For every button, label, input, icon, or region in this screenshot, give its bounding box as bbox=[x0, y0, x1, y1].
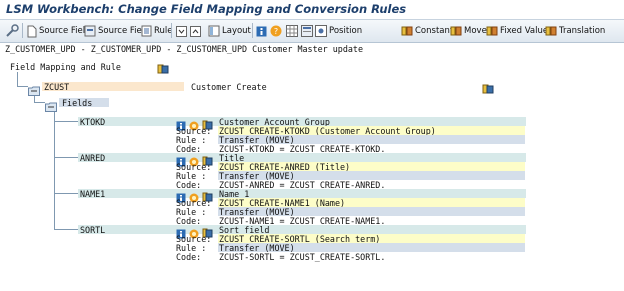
rule-icon bbox=[141, 25, 152, 37]
constant-icon bbox=[401, 26, 413, 36]
field-row[interactable] bbox=[78, 153, 526, 162]
field-name: KTOKD bbox=[80, 117, 106, 127]
grid-icon bbox=[286, 25, 298, 37]
tree-line bbox=[54, 157, 78, 158]
tree-line bbox=[54, 121, 78, 122]
root-object-icon[interactable] bbox=[157, 60, 169, 79]
collapse-icon bbox=[190, 25, 201, 37]
object-description: Z_CUSTOMER_UPD - Z_CUSTOMER_UPD - Z_CUST… bbox=[5, 44, 363, 54]
expand-button[interactable] bbox=[176, 23, 189, 39]
move-icon bbox=[450, 26, 462, 36]
source-field-assign-button[interactable]: Source Field bbox=[84, 23, 150, 39]
layout-icon bbox=[208, 25, 220, 37]
folder-icon bbox=[45, 102, 57, 112]
document-icon bbox=[27, 25, 37, 37]
table-button[interactable] bbox=[301, 23, 315, 39]
code-value: ZCUST-SORTL = ZCUST_CREATE-SORTL. bbox=[219, 252, 386, 262]
field-name: ANRED bbox=[80, 153, 106, 163]
tree-line bbox=[54, 229, 78, 230]
tree-root-label: Field Mapping and Rule bbox=[10, 62, 121, 72]
tools-icon bbox=[6, 24, 19, 37]
rule-object-icon bbox=[157, 64, 169, 74]
move-label: Move bbox=[464, 26, 487, 36]
source-field-label: Source Field bbox=[39, 26, 91, 36]
help-button[interactable]: ? bbox=[270, 23, 284, 39]
info-button[interactable] bbox=[256, 23, 269, 39]
field-assign-icon bbox=[84, 25, 96, 37]
toolbar-separator bbox=[252, 23, 253, 38]
svg-text:?: ? bbox=[274, 27, 278, 36]
collapse-button[interactable] bbox=[190, 23, 203, 39]
translation-icon bbox=[545, 26, 557, 36]
field-row[interactable] bbox=[78, 225, 526, 234]
position-button[interactable]: Position bbox=[315, 23, 362, 39]
position-label: Position bbox=[329, 26, 363, 36]
structure-description: Customer Create bbox=[191, 82, 267, 92]
toolbar-separator bbox=[22, 23, 23, 38]
rule-object-icon bbox=[482, 84, 494, 94]
expand-icon bbox=[176, 25, 187, 37]
layout-label: Layout bbox=[222, 26, 251, 36]
tree-line bbox=[34, 102, 45, 103]
move-button[interactable]: Move bbox=[450, 23, 487, 39]
code-label: Code: bbox=[176, 252, 202, 262]
settings-button[interactable] bbox=[5, 23, 21, 39]
info-icon bbox=[256, 26, 267, 36]
translation-label: Translation bbox=[559, 26, 606, 36]
layout-button[interactable]: Layout bbox=[208, 23, 251, 39]
structure-folder[interactable] bbox=[28, 81, 40, 100]
application-toolbar: Source Field Source Field Rule Layout ? … bbox=[0, 19, 624, 43]
tree-line bbox=[54, 193, 78, 194]
position-icon bbox=[315, 25, 327, 37]
field-name: SORTL bbox=[80, 225, 106, 235]
constant-button[interactable]: Constant bbox=[401, 23, 453, 39]
tree-line bbox=[17, 72, 18, 87]
translation-button[interactable]: Translation bbox=[545, 23, 605, 39]
fields-folder[interactable] bbox=[45, 97, 57, 116]
table-icon bbox=[301, 25, 313, 37]
tree-line bbox=[17, 86, 28, 87]
field-row[interactable] bbox=[78, 189, 526, 198]
structure-object-icon[interactable] bbox=[482, 80, 494, 99]
fields-label: Fields bbox=[62, 98, 93, 108]
constant-label: Constant bbox=[415, 26, 454, 36]
tree-line bbox=[54, 108, 55, 230]
fixed-value-icon bbox=[486, 26, 498, 36]
title-bar: LSM Workbench: Change Field Mapping and … bbox=[0, 0, 624, 17]
rule-button[interactable]: Rule bbox=[141, 23, 173, 39]
grid-button[interactable] bbox=[286, 23, 300, 39]
fixed-value-button[interactable]: Fixed Value bbox=[486, 23, 548, 39]
structure-name: ZCUST bbox=[44, 82, 70, 92]
fixed-value-label: Fixed Value bbox=[500, 26, 549, 36]
window-title: LSM Workbench: Change Field Mapping and … bbox=[6, 2, 407, 16]
help-icon: ? bbox=[270, 25, 282, 37]
folder-icon bbox=[28, 86, 40, 96]
source-field-button[interactable]: Source Field bbox=[27, 23, 91, 39]
rule-label: Rule bbox=[154, 26, 173, 36]
field-name: NAME1 bbox=[80, 189, 106, 199]
toolbar-separator bbox=[171, 23, 172, 38]
